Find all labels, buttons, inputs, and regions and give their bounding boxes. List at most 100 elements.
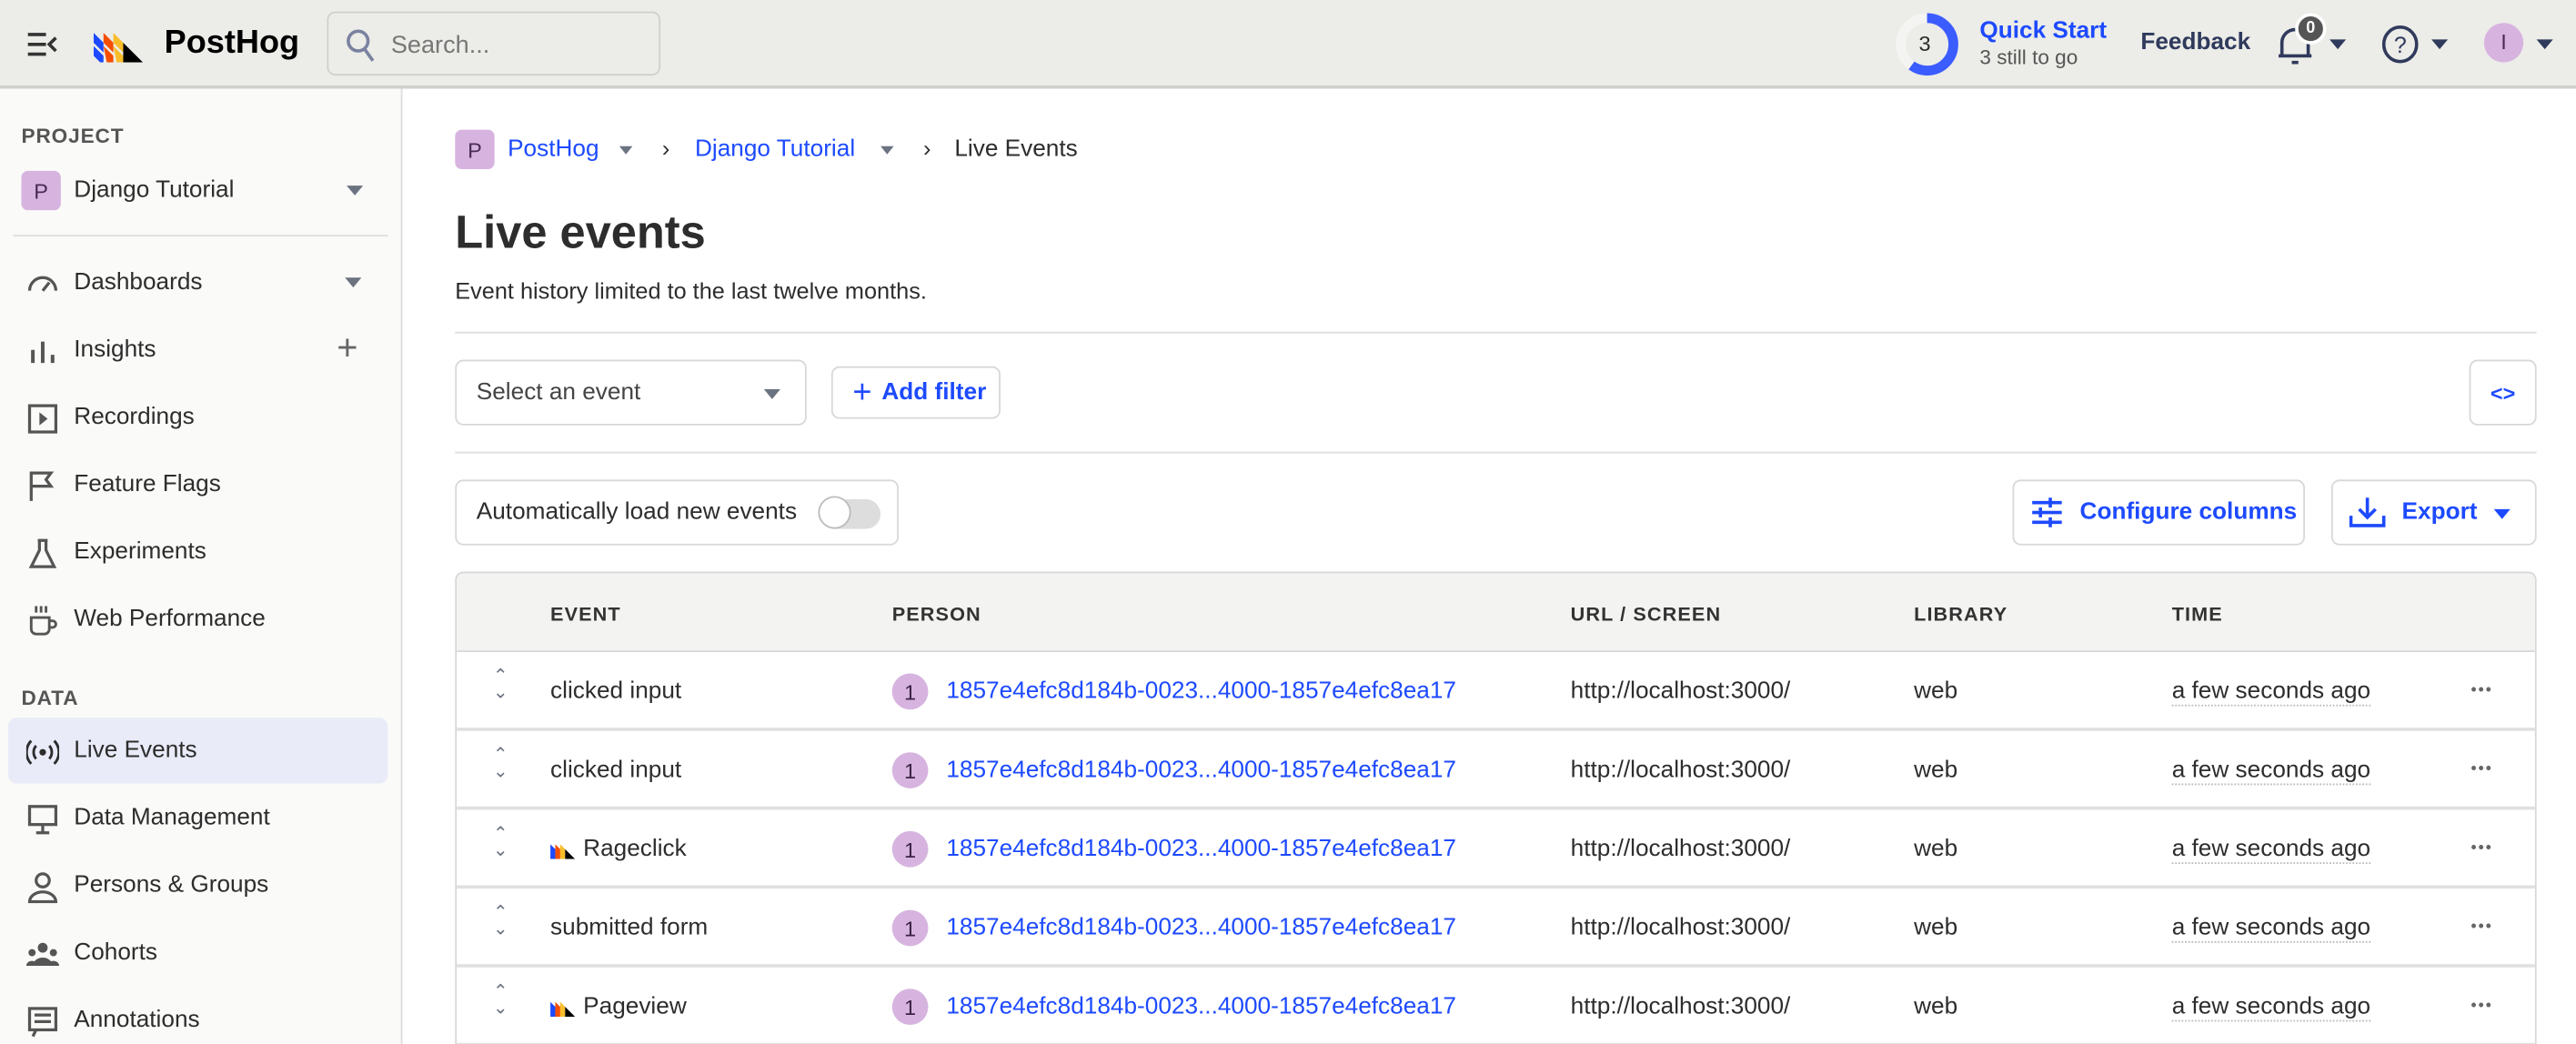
column-header-library[interactable]: LIBRARY xyxy=(1914,603,2007,626)
url-cell: http://localhost:3000/ xyxy=(1570,678,1791,705)
sidebar: PROJECT P Django Tutorial Dashboards Insi… xyxy=(0,88,403,1044)
feedback-button[interactable]: Feedback xyxy=(2140,30,2250,56)
table-row[interactable]: ⌃ ⌄ submitted form 1 1857e4efc8d184b-0023...… xyxy=(457,888,2535,968)
broadcast-icon xyxy=(25,739,60,765)
person-link[interactable]: 1857e4efc8d184b-0023...4000-1857e4efc8ea… xyxy=(946,915,1456,941)
export-button[interactable]: Export xyxy=(2330,479,2537,546)
person-avatar: 1 xyxy=(891,989,929,1026)
plus-icon[interactable]: + xyxy=(337,326,357,369)
autocapture-icon xyxy=(550,1001,576,1017)
more-actions-icon[interactable]: ••• xyxy=(2470,760,2492,778)
person-avatar: 1 xyxy=(891,909,929,947)
sidebar-item-live-events[interactable]: Live Events xyxy=(8,718,388,784)
avatar: I xyxy=(2483,23,2524,63)
chevron-down-icon[interactable] xyxy=(345,277,362,288)
sidebar-item-experiments[interactable]: Experiments xyxy=(8,519,387,585)
more-actions-icon[interactable]: ••• xyxy=(2470,997,2492,1015)
help-button[interactable]: ? xyxy=(2381,25,2451,67)
breadcrumb-project[interactable]: Django Tutorial xyxy=(695,136,855,163)
library-cell: web xyxy=(1914,678,1958,705)
sidebar-item-insights[interactable]: Insights + xyxy=(8,317,387,383)
column-header-event[interactable]: EVENT xyxy=(550,603,621,626)
search-input[interactable]: Search... xyxy=(327,11,661,76)
sidebar-item-cohorts[interactable]: Cohorts xyxy=(8,919,387,985)
event-name: clicked input xyxy=(550,758,681,784)
table-row[interactable]: ⌃ ⌄ Rageclick 1 1857e4efc8d184b-0023...4000-… xyxy=(457,809,2535,889)
chevron-down-icon[interactable] xyxy=(619,146,633,155)
notifications-button[interactable]: 0 xyxy=(2275,13,2347,70)
brand-name: PostHog xyxy=(164,25,300,61)
library-cell: web xyxy=(1914,993,1958,1020)
breadcrumb-current: Live Events xyxy=(954,136,1078,163)
sidebar-item-annotations[interactable]: Annotations xyxy=(8,987,387,1044)
sidebar-item-label: Cohorts xyxy=(74,939,157,966)
plus-icon: + xyxy=(852,373,872,410)
auto-load-toggle[interactable]: Automatically load new events xyxy=(455,479,899,546)
table-row[interactable]: ⌃ ⌄ clicked input 1 1857e4efc8d184b-0023...4… xyxy=(457,731,2535,810)
person-link[interactable]: 1857e4efc8d184b-0023...4000-1857e4efc8ea… xyxy=(946,758,1456,784)
table-row[interactable]: ⌃ ⌄ Pageview 1 1857e4efc8d184b-0023...4000-1… xyxy=(457,968,2535,1044)
column-header-time[interactable]: TIME xyxy=(2172,603,2223,626)
configure-columns-button[interactable]: Configure columns xyxy=(2012,479,2305,546)
person-avatar: 1 xyxy=(891,673,929,710)
event-label: clicked input xyxy=(550,678,682,705)
annotation-icon xyxy=(27,1007,58,1038)
autocapture-icon xyxy=(550,844,576,859)
gauge-icon xyxy=(27,276,58,292)
code-button[interactable]: <> xyxy=(2469,359,2537,426)
expand-row-icon[interactable]: ⌃ ⌄ xyxy=(493,668,508,702)
quick-start-button[interactable]: 3 Quick Start 3 still to go xyxy=(1894,12,2124,77)
time-cell: a few seconds ago xyxy=(2171,836,2371,865)
column-header-url[interactable]: URL / SCREEN xyxy=(1571,603,1722,626)
sidebar-item-label: Dashboards xyxy=(74,269,203,296)
event-select[interactable]: Select an event xyxy=(455,359,807,426)
menu-collapse-icon[interactable] xyxy=(26,31,59,57)
event-name: submitted form xyxy=(550,915,708,941)
sidebar-item-label: Live Events xyxy=(74,737,197,764)
more-actions-icon[interactable]: ••• xyxy=(2470,919,2492,937)
table-header: EVENT PERSON URL / SCREEN LIBRARY TIME xyxy=(457,573,2535,653)
sidebar-item-feature-flags[interactable]: Feature Flags xyxy=(8,452,387,517)
event-label: Rageclick xyxy=(583,836,687,863)
person-link[interactable]: 1857e4efc8d184b-0023...4000-1857e4efc8ea… xyxy=(946,836,1456,862)
page-subtitle: Event history limited to the last twelve… xyxy=(455,277,927,305)
export-label: Export xyxy=(2401,499,2478,526)
library-cell: web xyxy=(1914,836,1958,863)
sidebar-item-persons-groups[interactable]: Persons & Groups xyxy=(8,852,387,918)
column-header-person[interactable]: PERSON xyxy=(892,603,981,626)
project-switcher[interactable]: P Django Tutorial xyxy=(21,170,374,211)
more-actions-icon[interactable]: ••• xyxy=(2470,682,2492,700)
top-bar: PostHog Search... 3 Quick Start 3 still … xyxy=(0,0,2576,89)
url-cell: http://localhost:3000/ xyxy=(1570,993,1791,1020)
auto-load-label: Automatically load new events xyxy=(476,499,798,526)
posthog-logo-icon xyxy=(93,33,144,63)
notification-badge: 0 xyxy=(2295,13,2327,45)
expand-row-icon[interactable]: ⌃ ⌄ xyxy=(493,904,508,939)
sidebar-item-recordings[interactable]: Recordings xyxy=(8,385,387,450)
expand-row-icon[interactable]: ⌃ ⌄ xyxy=(493,826,508,860)
user-menu-button[interactable]: I xyxy=(2483,23,2563,65)
project-header: PROJECT xyxy=(21,125,125,148)
sidebar-item-data-management[interactable]: Data Management xyxy=(8,785,387,850)
help-icon: ? xyxy=(2381,25,2419,64)
chevron-down-icon xyxy=(2536,39,2553,50)
toggle-switch[interactable] xyxy=(818,496,881,529)
flask-icon xyxy=(28,538,57,568)
search-icon xyxy=(347,29,375,62)
sidebar-item-web-performance[interactable]: Web Performance xyxy=(8,587,387,652)
chevron-down-icon[interactable] xyxy=(880,146,894,155)
person-link[interactable]: 1857e4efc8d184b-0023...4000-1857e4efc8ea… xyxy=(946,994,1456,1020)
more-actions-icon[interactable]: ••• xyxy=(2470,839,2492,858)
time-cell: a few seconds ago xyxy=(2171,678,2371,707)
person-link[interactable]: 1857e4efc8d184b-0023...4000-1857e4efc8ea… xyxy=(946,678,1456,705)
divider xyxy=(455,451,2537,454)
breadcrumb-org[interactable]: PostHog xyxy=(508,136,599,163)
quick-start-title: Quick Start xyxy=(1979,17,2108,45)
sidebar-item-dashboards[interactable]: Dashboards xyxy=(8,250,387,316)
expand-row-icon[interactable]: ⌃ ⌄ xyxy=(493,983,508,1018)
add-filter-button[interactable]: + Add filter xyxy=(830,366,1001,419)
expand-row-icon[interactable]: ⌃ ⌄ xyxy=(493,747,508,781)
data-header: DATA xyxy=(21,686,79,710)
table-row[interactable]: ⌃ ⌄ clicked input 1 1857e4efc8d184b-0023...4… xyxy=(457,652,2535,731)
quick-start-subtitle: 3 still to go xyxy=(1979,45,2078,69)
